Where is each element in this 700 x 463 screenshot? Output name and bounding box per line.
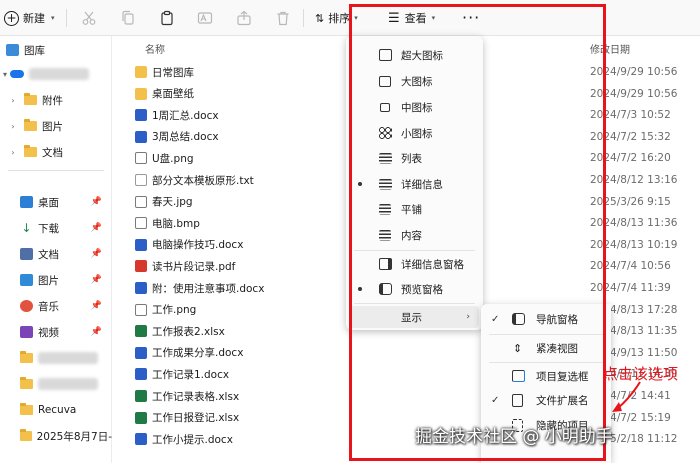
annotation-arrow-icon — [612, 381, 641, 412]
watermark: 掘金技术社区 @ 小明助手 — [415, 427, 613, 447]
annotation-label: 点击该选项 — [603, 365, 679, 383]
